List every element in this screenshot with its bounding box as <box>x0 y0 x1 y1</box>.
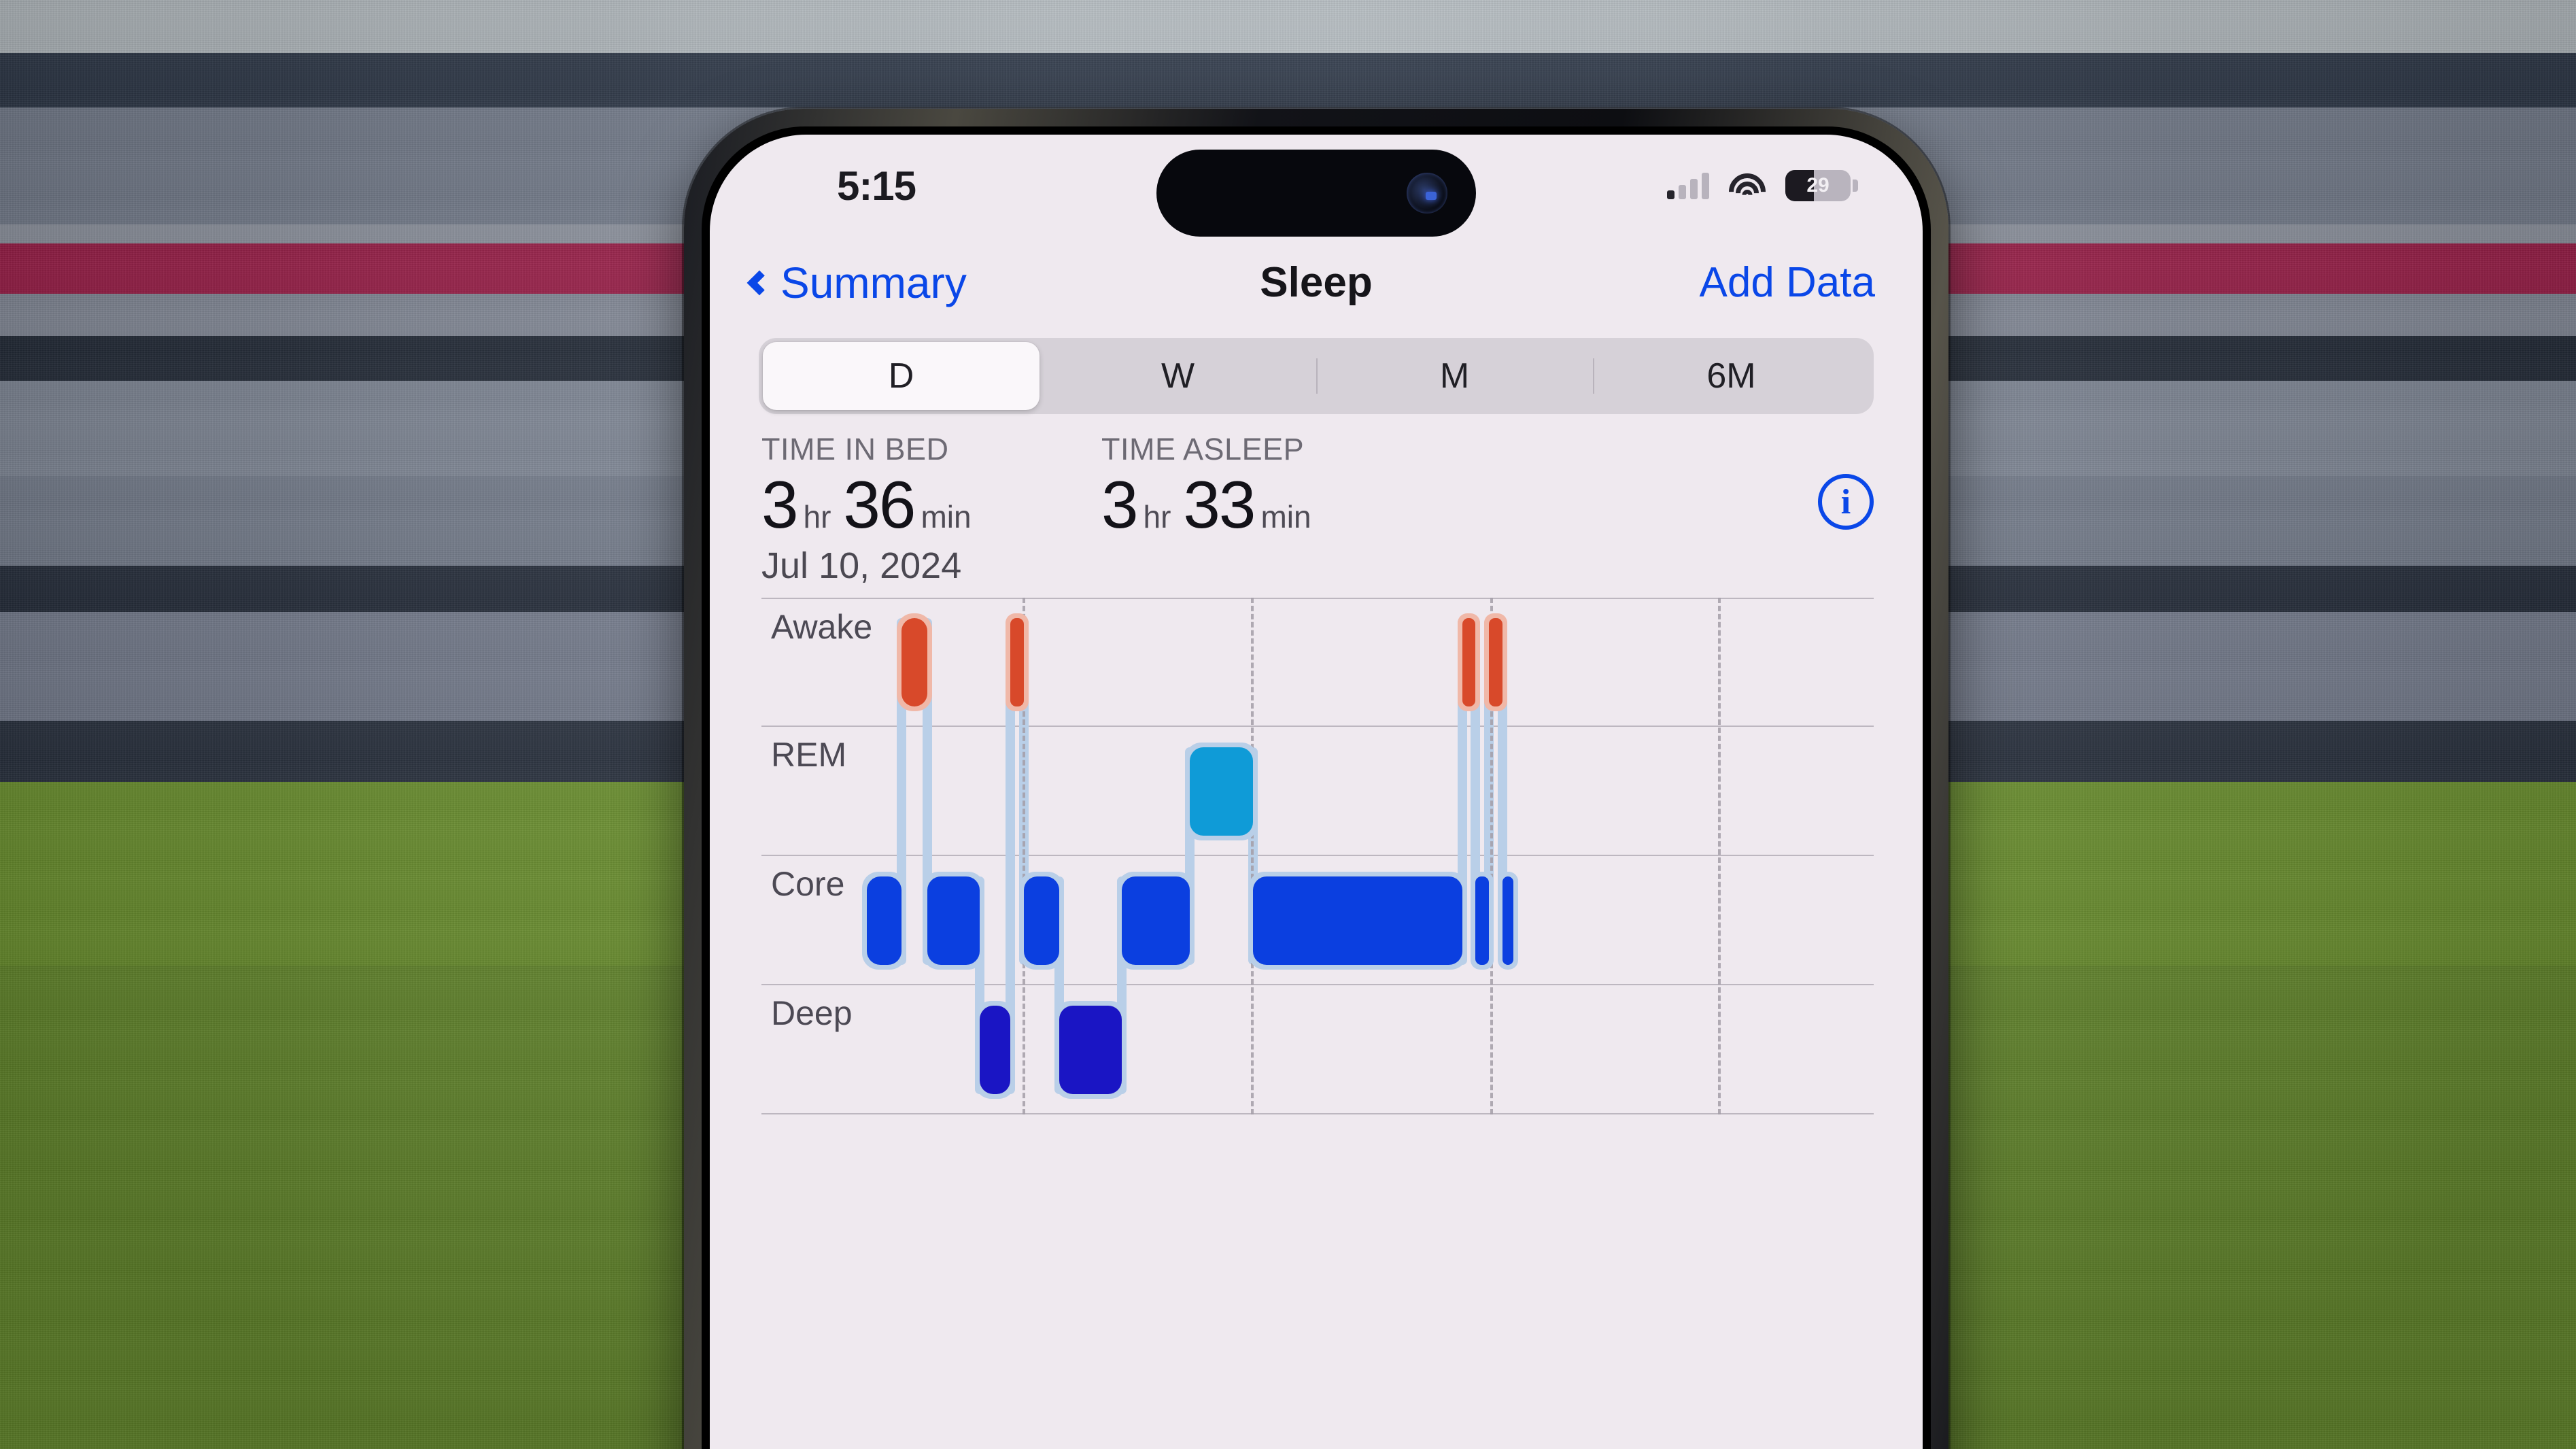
time-asleep-minutes-unit: min <box>1260 499 1311 534</box>
range-segmented-control: D W M 6M <box>759 338 1874 414</box>
info-circle-icon[interactable]: i <box>1818 474 1874 530</box>
tab-six-months[interactable]: 6M <box>1593 342 1870 410</box>
time-in-bed-hours: 3 <box>761 467 798 542</box>
tab-week[interactable]: W <box>1040 342 1316 410</box>
battery-icon: 29 <box>1785 170 1851 201</box>
time-in-bed-value: 3 hr 36 min <box>761 471 1101 538</box>
phone-screen: 5:15 29 Summary Sleep Add Data D W M 6M … <box>710 135 1923 1449</box>
time-in-bed-minutes-unit: min <box>921 499 972 534</box>
navigation-bar: Summary Sleep Add Data <box>710 237 1923 328</box>
time-asleep-label: TIME ASLEEP <box>1101 432 1305 466</box>
wifi-icon <box>1721 165 1774 218</box>
row-label-rem: REM <box>771 736 847 774</box>
chart-row-core: Core <box>761 856 1874 985</box>
battery-percent: 29 <box>1806 174 1830 197</box>
chart-row-deep: Deep <box>761 985 1874 1114</box>
time-in-bed-minutes: 36 <box>843 467 916 542</box>
tab-day[interactable]: D <box>763 342 1040 410</box>
time-asleep-hours-unit: hr <box>1143 499 1171 534</box>
status-bar: 5:15 29 <box>710 135 1923 237</box>
time-asleep-stat: TIME ASLEEP 3 hr 33 min <box>1101 432 1469 538</box>
time-asleep-minutes: 33 <box>1183 467 1256 542</box>
time-in-bed-stat: TIME IN BED 3 hr 36 min <box>761 432 1101 538</box>
status-time: 5:15 <box>836 163 916 209</box>
segmented-control-wrapper: D W M 6M <box>710 328 1923 414</box>
cellular-bars-icon <box>1667 172 1709 199</box>
iphone-device: 5:15 29 Summary Sleep Add Data D W M 6M … <box>684 109 1948 1449</box>
front-camera-icon <box>1407 173 1447 214</box>
chart-row-awake: Awake <box>761 598 1874 727</box>
time-in-bed-hours-unit: hr <box>803 499 831 534</box>
row-label-core: Core <box>771 865 845 903</box>
device-bezel: 5:15 29 Summary Sleep Add Data D W M 6M … <box>702 126 1931 1449</box>
time-in-bed-label: TIME IN BED <box>761 432 949 466</box>
chevron-left-icon <box>746 270 772 295</box>
tab-month[interactable]: M <box>1316 342 1593 410</box>
add-data-button[interactable]: Add Data <box>1699 258 1875 307</box>
summary-stats: TIME IN BED 3 hr 36 min TIME ASLEEP 3 hr… <box>710 414 1923 538</box>
chart-date-label: Jul 10, 2024 <box>761 545 962 586</box>
sleep-stages-chart: Awake REM Core Deep <box>761 598 1874 1114</box>
row-label-deep: Deep <box>771 994 853 1032</box>
time-asleep-value: 3 hr 33 min <box>1101 471 1469 538</box>
back-button[interactable]: Summary <box>746 258 967 308</box>
time-asleep-hours: 3 <box>1101 467 1138 542</box>
back-button-label: Summary <box>780 258 967 307</box>
dynamic-island <box>1156 150 1476 237</box>
status-indicators: 29 <box>1667 165 1858 218</box>
chart-row-rem: REM <box>761 727 1874 856</box>
row-label-awake: Awake <box>771 608 873 646</box>
